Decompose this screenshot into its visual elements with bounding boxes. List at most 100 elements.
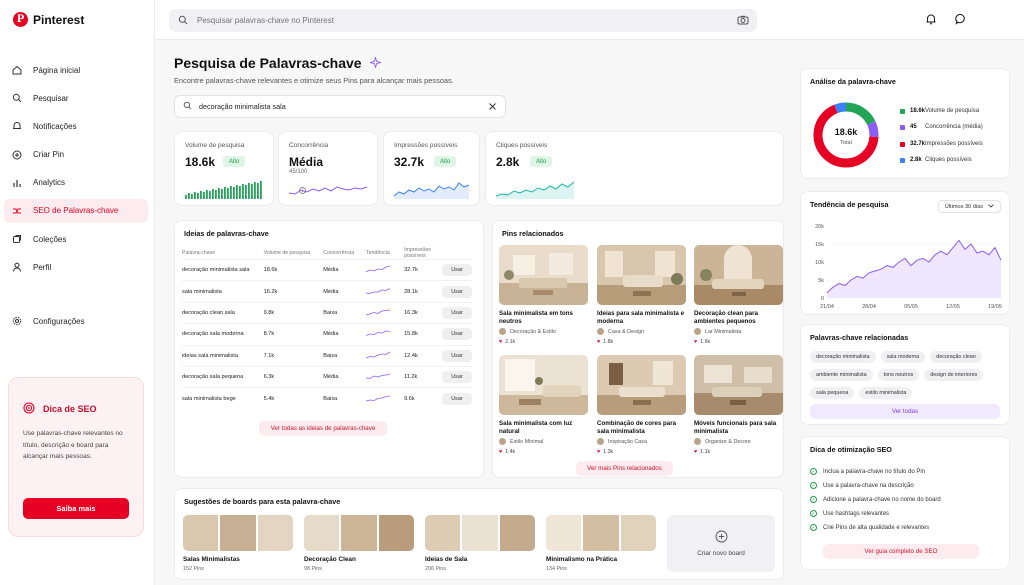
metric-sub: 45/100 [289, 169, 308, 175]
trend-sparkline [366, 373, 391, 380]
pin-card[interactable]: Combinação de cores para sala minimalist… [597, 355, 686, 455]
legend-swatch [900, 108, 905, 114]
board-card[interactable]: Decoração Clean 98 Pins [304, 515, 414, 572]
board-image [341, 515, 377, 551]
keyword-chip[interactable]: ambiente minimalista [810, 369, 873, 381]
pin-card[interactable]: Móveis funcionais para sala minimalista … [694, 355, 783, 455]
pin-card[interactable]: Sala minimalista em tons neutros Decoraç… [499, 245, 588, 345]
sparkline-bar [233, 187, 235, 199]
board-card[interactable]: Ideias de Sala 206 Pins [425, 515, 535, 572]
donut-center-label: Total [840, 140, 852, 146]
table-row: ideias sala minimalista 7.1k Baixa 12.4k Usa… [182, 344, 472, 367]
pin-likes: ♥ 1.1k [694, 449, 783, 455]
volume-cell: 8.7k [263, 323, 324, 346]
sidebar-item-notifications[interactable]: Notificações [4, 114, 148, 138]
x-tick-label: 12/05 [946, 304, 960, 310]
board-card[interactable]: Salas Minimalistas 152 Pins [183, 515, 293, 572]
pin-image[interactable] [597, 245, 686, 305]
camera-icon[interactable] [737, 14, 749, 28]
keyword-cell: ideias sala minimalista [182, 344, 264, 367]
use-keyword-button[interactable]: Usar [442, 285, 472, 298]
pin-image[interactable] [499, 245, 588, 305]
pin-author-name: Casa & Design [608, 328, 644, 335]
seo-guide-button[interactable]: Ver guia completo de SEO [823, 544, 979, 559]
board-image [425, 515, 461, 551]
global-search[interactable] [169, 9, 757, 32]
use-keyword-button[interactable]: Usar [442, 264, 472, 277]
pin-card[interactable]: Sala minimalista com luz natural Estilo … [499, 355, 588, 455]
clear-icon[interactable] [488, 102, 497, 113]
table-row: decoração sala pequena 6.3k Média 11.2k Usar [182, 365, 472, 388]
trend-chart: 0 5k 10k 15k 20k 21/04 28/04 05/05 12/05 19/05 [815, 224, 1002, 310]
keyword-analysis-card: Análise da palavra-chave 18.6k Total 18.… [800, 68, 1010, 179]
sidebar-item-seo[interactable]: SEO de Palavras-chave [4, 198, 148, 223]
see-all-related-button[interactable]: Ver todas [810, 404, 1000, 419]
heart-icon: ♥ [694, 449, 698, 455]
keyword-chip[interactable]: design de interiores [924, 369, 984, 381]
keyword-chip[interactable]: sala pequena [810, 387, 855, 399]
seo-icon [11, 205, 22, 216]
table-row: decoração minimalista sala 18.6k Média 32.7… [182, 258, 472, 281]
volume-cell: 18.6k [263, 258, 324, 281]
trend-cell [366, 365, 405, 388]
board-image [304, 515, 340, 551]
use-keyword-button[interactable]: Usar [442, 392, 472, 405]
use-keyword-button[interactable]: Usar [442, 349, 472, 362]
pin-image[interactable] [694, 245, 783, 305]
create-board-button[interactable]: Criar novo board [667, 515, 775, 572]
impressions-cell: 9.6k [404, 387, 442, 410]
keyword-chip[interactable]: decoração minimalista [810, 351, 876, 363]
use-keyword-button[interactable]: Usar [442, 328, 472, 341]
pin-likes-count: 1.4k [505, 449, 516, 455]
board-name: Decoração Clean [304, 556, 356, 563]
related-keywords-card: Palavras-chave relacionadas decoração mi… [800, 324, 1010, 425]
pin-image[interactable] [694, 355, 783, 415]
avatar [499, 438, 506, 445]
pin-image[interactable] [597, 355, 686, 415]
sidebar-item-search[interactable]: Pesquisar [4, 86, 148, 110]
learn-more-button[interactable]: Saiba mais [23, 498, 129, 519]
pin-image[interactable] [499, 355, 588, 415]
search-input[interactable] [197, 16, 727, 25]
related-pins-title: Pins relacionados [502, 229, 564, 238]
pin-card[interactable]: Ideias para sala minimalista e moderna C… [597, 245, 686, 345]
checklist-text: Adicione a palavra-chave no nome do boar… [823, 496, 941, 503]
pin-likes: ♥ 1.3k [597, 449, 686, 455]
sidebar-item-profile[interactable]: Perfil [4, 255, 148, 279]
bell-icon [11, 121, 22, 132]
pin-likes-count: 2.1k [505, 339, 516, 345]
keyword-chip[interactable]: decoração clean [930, 351, 982, 363]
see-more-pins-link[interactable]: Ver mais Pins relacionados [576, 461, 673, 476]
use-keyword-button[interactable]: Usar [442, 371, 472, 384]
sidebar-item-analytics[interactable]: Analytics [4, 171, 148, 195]
related-keywords-title: Palavras-chave relacionadas [810, 333, 909, 342]
sidebar-item-home[interactable]: Página inicial [4, 58, 148, 82]
volume-cell: 16.2k [263, 280, 324, 303]
sidebar-item-collections[interactable]: Coleções [4, 227, 148, 251]
see-all-ideas-link[interactable]: Ver todas as ideias de palavras-chave [259, 421, 387, 436]
board-image [583, 515, 619, 551]
pin-card[interactable]: Decoração clean para ambientes pequenos … [694, 245, 783, 345]
keyword-chip[interactable]: sala moderna [880, 351, 926, 363]
pinterest-logo[interactable]: P Pinterest [13, 12, 84, 27]
use-keyword-button[interactable]: Usar [442, 306, 472, 319]
metric-sparkline [185, 181, 262, 199]
bell-icon[interactable] [925, 13, 937, 27]
sidebar-item-create-pin[interactable]: Criar Pin [4, 143, 148, 167]
period-select[interactable]: Últimos 30 dias [937, 200, 1001, 213]
board-card[interactable]: Minimalismo na Prática 134 Pins [546, 515, 656, 572]
sidebar-item-settings[interactable]: Configurações [4, 309, 148, 333]
message-icon[interactable] [955, 13, 967, 27]
keyword-chip[interactable]: tons neutros [877, 369, 920, 381]
pin-title: Sala minimalista em tons neutros [499, 310, 573, 325]
sparkline-bar [209, 191, 211, 199]
y-tick-label: 20k [815, 224, 824, 230]
sparkline-bar [221, 189, 223, 199]
seo-optimization-card: Dica de otimização SEO ✓ Inclua a palavra… [800, 436, 1010, 570]
board-name: Ideias de Sala [425, 556, 468, 563]
keyword-chip[interactable]: estilo minimalista [859, 387, 913, 399]
keyword-input[interactable] [199, 102, 489, 111]
sparkline-bar [188, 193, 190, 199]
board-image [620, 515, 656, 551]
keyword-search[interactable] [174, 95, 506, 118]
